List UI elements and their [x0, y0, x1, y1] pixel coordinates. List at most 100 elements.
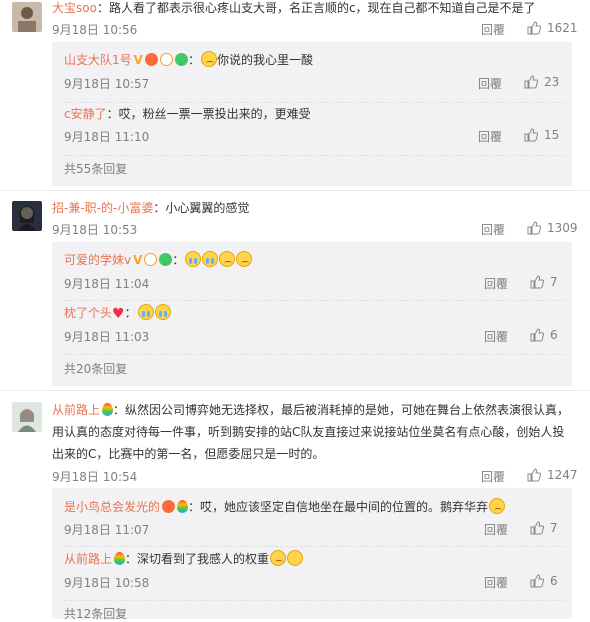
comment-body: 招-兼-职-的-小富婆：小心翼翼的感觉 — [52, 199, 249, 216]
reply-username[interactable]: 山支大队1号 — [64, 53, 132, 67]
avatar[interactable] — [12, 201, 42, 231]
comment-text-line: 出来的C，比赛中的第一名，但愿委屈只是一时的。 — [52, 447, 325, 461]
crying-emoji-icon — [137, 304, 154, 320]
reply-button[interactable]: 回覆 — [481, 468, 505, 485]
like-button[interactable]: 15 — [524, 128, 559, 142]
divider — [64, 155, 564, 156]
reply-username[interactable]: 枕了个头 — [64, 306, 112, 320]
sad-emoji-icon — [489, 498, 506, 514]
reply-time: 9月18日 11:07 — [64, 523, 150, 537]
comment-time: 9月18日 10:54 — [52, 470, 138, 484]
sad-emoji-icon — [219, 251, 236, 267]
reply-body: 是小鸟总会发光的 ：哎，她应该坚定自信地坐在最中间的位置的。鹅弃华弃 — [64, 498, 506, 515]
comment-username[interactable]: 大宝soo — [52, 1, 97, 15]
comment-time: 9月18日 10:56 — [52, 23, 138, 37]
like-count: 7 — [550, 521, 558, 535]
verified-icon: V — [133, 253, 143, 267]
comment-body: 从前路上 ：纵然因公司博弈她无选择权，最后被消耗掉的是她，可她在舞台上依然表演很认… — [52, 399, 582, 465]
like-button[interactable]: 1309 — [527, 221, 578, 235]
fan-badge-icon — [162, 500, 176, 513]
like-count: 15 — [544, 128, 560, 142]
comment-divider — [0, 190, 590, 191]
reply-button[interactable]: 回覆 — [481, 21, 505, 38]
thumbs-up-icon — [524, 75, 538, 89]
divider — [64, 546, 564, 547]
reply-username[interactable]: 可爱的学妹v — [64, 253, 131, 267]
reply-text: ：哎，她应该坚定自信地坐在最中间的位置的。鹅弃华弃 — [188, 500, 489, 514]
like-button[interactable]: 1621 — [527, 21, 578, 35]
crying-emoji-icon — [202, 251, 219, 267]
reply-button[interactable]: 回覆 — [484, 328, 508, 345]
like-count: 1247 — [547, 468, 578, 482]
reply-time: 9月18日 11:04 — [64, 277, 150, 291]
reply-text: 你说的我心里一酸 — [216, 53, 313, 67]
more-replies-link[interactable]: 共20条回复 — [64, 360, 127, 377]
avatar[interactable] — [12, 402, 42, 432]
divider — [64, 600, 564, 601]
like-button[interactable]: 23 — [524, 75, 559, 89]
like-button[interactable]: 7 — [530, 275, 558, 289]
thumbs-up-icon — [524, 128, 538, 142]
reply-button[interactable]: 回覆 — [481, 221, 505, 238]
comment-time: 9月18日 10:53 — [52, 223, 138, 237]
like-count: 1621 — [547, 21, 578, 35]
crying-emoji-icon — [185, 251, 202, 267]
comment-body: 大宝soo：路人看了都表示很心疼山支大哥，名正言顺的c，现在自己都不知道自己是不… — [52, 0, 582, 16]
sad-emoji-icon — [200, 51, 217, 67]
reply-body: 枕了个头♥： — [64, 304, 171, 322]
verified-icon: V — [133, 53, 143, 67]
crying-emoji-icon — [154, 304, 171, 320]
sad-emoji-icon — [270, 550, 287, 566]
reply-body: 从前路上 ：深切看到了我感人的权重 — [64, 550, 304, 567]
comment-username[interactable]: 招-兼-职-的-小富婆 — [52, 201, 153, 215]
more-replies-link[interactable]: 共12条回复 — [64, 605, 127, 622]
like-count: 1309 — [547, 221, 578, 235]
like-count: 7 — [550, 275, 558, 289]
more-replies-link[interactable]: 共55条回复 — [64, 160, 127, 177]
reply-body: 山支大队1号 V：你说的我心里一酸 — [64, 51, 313, 67]
thinking-emoji-icon — [287, 550, 304, 566]
thumbs-up-icon — [530, 275, 544, 289]
reply-username[interactable]: 从前路上 — [64, 552, 112, 566]
reply-button[interactable]: 回覆 — [478, 128, 502, 145]
reply-body: 可爱的学妹v V： — [64, 251, 253, 268]
heart-icon: ♥ — [112, 306, 125, 322]
member-badge-icon — [174, 53, 188, 66]
comment-username[interactable]: 从前路上 — [52, 403, 100, 417]
reply-time: 9月18日 11:10 — [64, 130, 150, 144]
vip-badge-icon — [159, 53, 173, 66]
comment-text: ：路人看了都表示很心疼山支大哥，名正言顺的c，现在自己都不知道自己是不是了 — [96, 1, 536, 15]
avatar[interactable] — [12, 2, 42, 32]
like-button[interactable]: 7 — [530, 521, 558, 535]
reply-text: ：深切看到了我感人的权重 — [125, 552, 270, 566]
comment-text: ：小心翼翼的感觉 — [153, 201, 250, 215]
rainbow-badge-icon — [114, 552, 126, 565]
like-count: 6 — [550, 574, 558, 588]
divider — [64, 354, 564, 355]
reply-body: c安静了：哎，粉丝一票一票投出来的，更难受 — [64, 105, 311, 122]
comment-text-line: 用认真的态度对待每一件事，听到鹅安排的站C队友直接过来说接站位坐莫名有点心酸，创… — [52, 425, 565, 439]
rainbow-badge-icon — [102, 403, 114, 416]
reply-username[interactable]: 是小鸟总会发光的 — [64, 500, 160, 514]
reply-username[interactable]: c安静了 — [64, 107, 107, 121]
fan-badge-icon — [144, 53, 158, 66]
thumbs-up-icon — [527, 21, 541, 35]
like-count: 23 — [544, 75, 560, 89]
thumbs-up-icon — [530, 328, 544, 342]
like-button[interactable]: 6 — [530, 574, 558, 588]
reply-button[interactable]: 回覆 — [484, 574, 508, 591]
like-count: 6 — [550, 328, 558, 342]
thumbs-up-icon — [530, 574, 544, 588]
thumbs-up-icon — [527, 468, 541, 482]
comment-divider — [0, 390, 590, 391]
thumbs-up-icon — [527, 221, 541, 235]
reply-text: ：哎，粉丝一票一票投出来的，更难受 — [106, 107, 311, 121]
reply-button[interactable]: 回覆 — [484, 521, 508, 538]
vip-badge-icon — [144, 253, 158, 266]
like-button[interactable]: 6 — [530, 328, 558, 342]
reply-button[interactable]: 回覆 — [484, 275, 508, 292]
reply-time: 9月18日 10:58 — [64, 576, 150, 590]
member-badge-icon — [159, 253, 173, 266]
like-button[interactable]: 1247 — [527, 468, 578, 482]
reply-button[interactable]: 回覆 — [478, 75, 502, 92]
